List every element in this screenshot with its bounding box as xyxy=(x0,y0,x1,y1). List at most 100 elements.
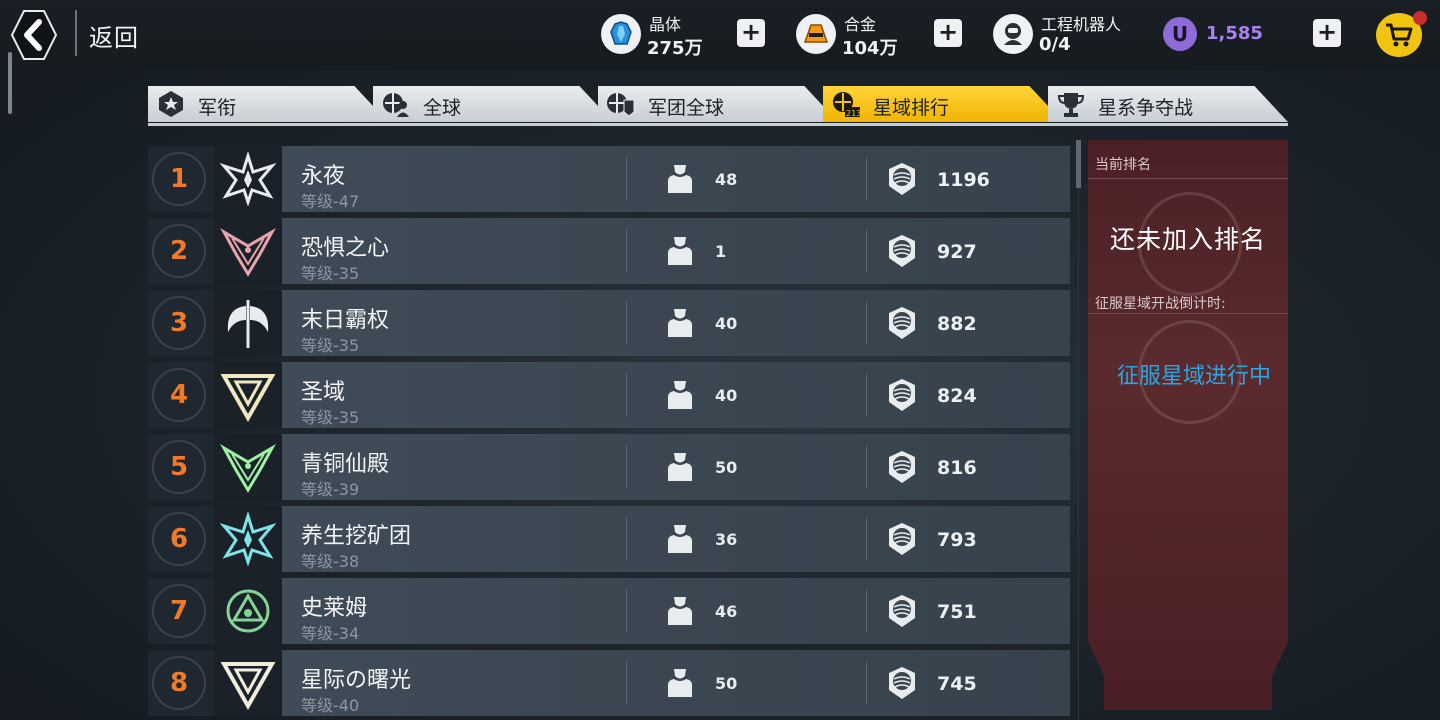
member-icon xyxy=(668,165,692,193)
globe-person-icon xyxy=(383,93,409,117)
legion-emblem-icon xyxy=(220,152,276,206)
member-count: 48 xyxy=(715,170,738,189)
emblem-cell xyxy=(214,506,282,572)
panel-divider xyxy=(1088,178,1288,179)
rank-cell: 7 xyxy=(148,578,214,644)
star-domain-points: 816 xyxy=(937,457,977,479)
star-domain-points: 1196 xyxy=(937,169,990,191)
legion-emblem-icon xyxy=(227,300,269,348)
legion-level: 等级-34 xyxy=(301,624,360,643)
tab-label: 全球 xyxy=(423,97,462,119)
row-body: 养生挖矿团 等级-38 36 793 xyxy=(282,506,1070,572)
tab-label: 星域排行 xyxy=(873,97,950,119)
ranking-list[interactable]: 1 永夜 等级-47 48 1196 2 恐惧之心 等级-35 1 927 3 … xyxy=(148,146,1070,720)
rank-cell: 2 xyxy=(148,218,214,284)
member-count: 46 xyxy=(715,602,738,621)
legion-level: 等级-47 xyxy=(301,192,360,211)
legion-name: 圣域 xyxy=(301,380,346,405)
column-divider xyxy=(866,446,867,488)
legion-emblem-icon xyxy=(220,374,276,422)
panel-divider xyxy=(1088,313,1288,314)
member-icon xyxy=(668,669,692,697)
rank-number: 4 xyxy=(169,380,189,410)
column-divider xyxy=(866,662,867,704)
row-body: 末日霸权 等级-35 40 882 xyxy=(282,290,1070,356)
current-rank-title: 当前排名 xyxy=(1095,157,1151,173)
legion-name: 恐惧之心 xyxy=(301,236,390,261)
column-divider xyxy=(626,302,627,344)
star-domain-points: 882 xyxy=(937,313,977,335)
column-divider xyxy=(626,230,627,272)
ranking-row[interactable]: 1 永夜 等级-47 48 1196 xyxy=(148,146,1070,212)
ranking-tabs: 军衔 全球 军团全球 213 星域排行 星系争夺战 xyxy=(148,86,1288,126)
crystal-icon xyxy=(601,14,641,54)
ranking-row[interactable]: 6 养生挖矿团 等级-38 36 793 xyxy=(148,506,1070,572)
member-icon xyxy=(668,309,692,337)
add-crystal-button[interactable]: + xyxy=(737,19,765,47)
planet-shield-icon xyxy=(889,667,915,699)
add-alloy-button[interactable]: + xyxy=(934,19,962,47)
back-divider xyxy=(75,10,77,56)
legion-level: 等级-40 xyxy=(301,696,360,715)
member-count: 50 xyxy=(715,674,738,693)
legion-name: 永夜 xyxy=(301,164,346,189)
row-body: 青铜仙殿 等级-39 50 816 xyxy=(282,434,1070,500)
crystal-label: 晶体 xyxy=(649,15,682,34)
countdown-title: 征服星域开战倒计时: xyxy=(1095,296,1226,312)
list-scroll-track xyxy=(1078,188,1079,720)
member-count: 40 xyxy=(715,314,738,333)
robot-value: 0/4 xyxy=(1039,34,1071,55)
ranking-row[interactable]: 5 青铜仙殿 等级-39 50 816 xyxy=(148,434,1070,500)
member-count: 1 xyxy=(715,242,727,261)
column-divider xyxy=(626,662,627,704)
ranking-row[interactable]: 8 星际の曙光 等级-40 50 745 xyxy=(148,650,1070,716)
rank-number: 7 xyxy=(169,596,189,626)
column-divider xyxy=(866,518,867,560)
column-divider xyxy=(626,446,627,488)
robot-icon xyxy=(993,14,1033,54)
back-label[interactable]: 返回 xyxy=(89,18,139,53)
column-divider xyxy=(866,590,867,632)
column-divider xyxy=(626,518,627,560)
star-domain-points: 927 xyxy=(937,241,977,263)
svg-text:213: 213 xyxy=(846,109,861,118)
ranking-row[interactable]: 7 史莱姆 等级-34 46 751 xyxy=(148,578,1070,644)
planet-shield-icon xyxy=(889,307,915,339)
column-divider xyxy=(626,158,627,200)
planet-shield-icon xyxy=(889,451,915,483)
ranking-row[interactable]: 4 圣域 等级-35 40 824 xyxy=(148,362,1070,428)
tab-legion-global[interactable]: 军团全球 xyxy=(598,86,838,122)
emblem-cell xyxy=(214,650,282,716)
back-button[interactable] xyxy=(10,9,58,61)
tab-military-rank[interactable]: 军衔 xyxy=(148,86,388,122)
resource-alloy: 合金 104万 xyxy=(796,10,926,60)
planet-shield-icon xyxy=(889,235,915,267)
emblem-cell xyxy=(214,218,282,284)
legion-level: 等级-39 xyxy=(301,480,360,499)
my-ranking-panel: 当前排名 还未加入排名 征服星域开战倒计时: 征服星域进行中 xyxy=(1088,140,1288,720)
member-icon xyxy=(668,237,692,265)
chevron-left-icon xyxy=(10,10,58,60)
emblem-cell xyxy=(214,578,282,644)
legion-emblem-icon xyxy=(220,512,276,566)
list-scrollbar[interactable] xyxy=(1076,140,1081,188)
member-icon xyxy=(668,453,692,481)
tab-star-domain-ranking[interactable]: 213 星域排行 xyxy=(823,86,1063,122)
rank-number: 5 xyxy=(169,452,189,482)
legion-name: 养生挖矿团 xyxy=(301,524,412,549)
ranking-row[interactable]: 2 恐惧之心 等级-35 1 927 xyxy=(148,218,1070,284)
rank-number: 3 xyxy=(169,308,189,338)
star-domain-points: 751 xyxy=(937,601,977,623)
tab-galaxy-battle[interactable]: 星系争夺战 xyxy=(1048,86,1288,122)
column-divider xyxy=(626,590,627,632)
u-coin-value: 1,585 xyxy=(1206,23,1263,44)
add-ucoin-button[interactable]: + xyxy=(1313,19,1341,47)
rank-cell: 5 xyxy=(148,434,214,500)
member-count: 40 xyxy=(715,386,738,405)
ranking-row[interactable]: 3 末日霸权 等级-35 40 882 xyxy=(148,290,1070,356)
tab-global[interactable]: 全球 xyxy=(373,86,613,122)
legion-level: 等级-35 xyxy=(301,264,360,283)
alloy-value: 104万 xyxy=(842,38,898,59)
robot-label: 工程机器人 xyxy=(1041,15,1122,34)
emblem-cell xyxy=(214,362,282,428)
